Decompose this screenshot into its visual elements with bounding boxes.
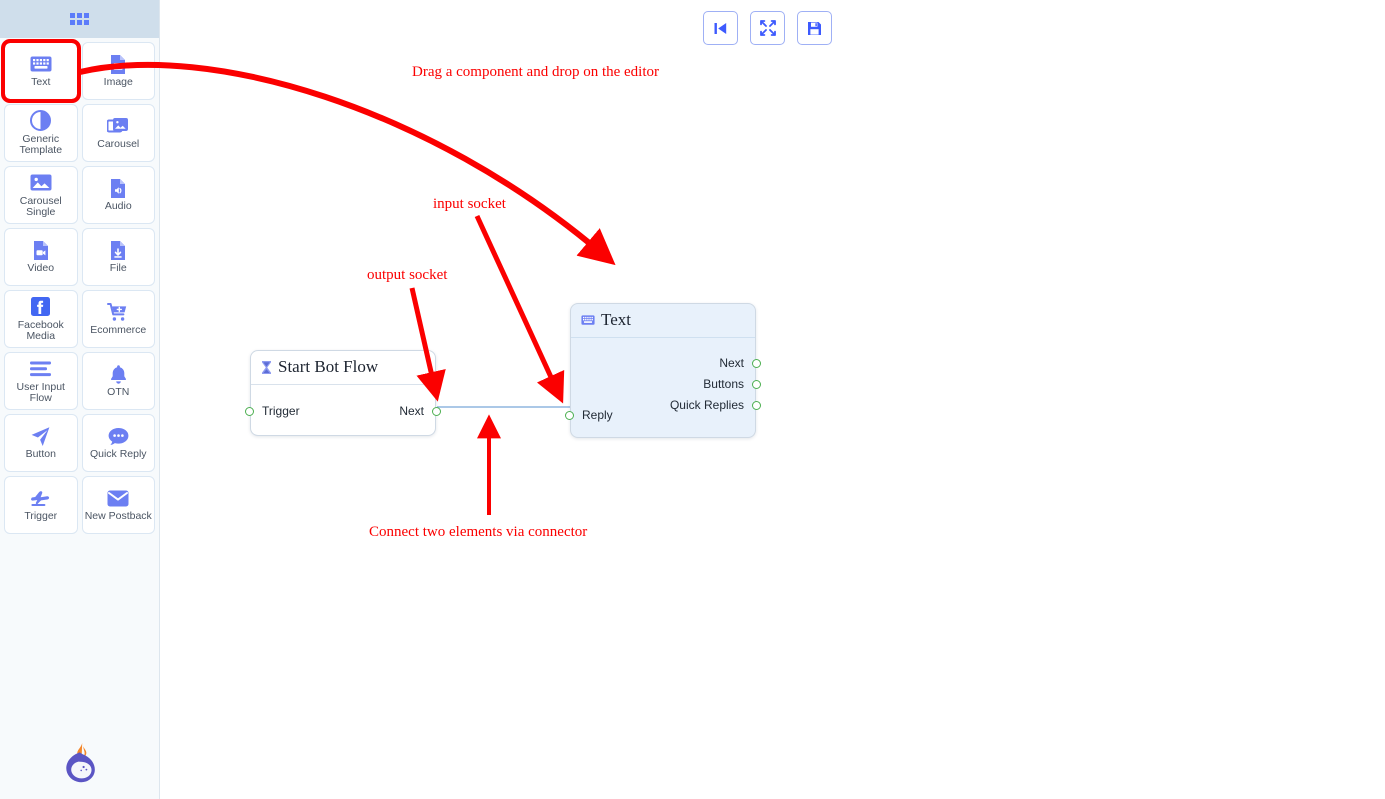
palette-item-label: Quick Reply [89,448,147,461]
palette-item-generic-template[interactable]: Generic Template [4,104,78,162]
socket-label: Trigger [262,404,300,418]
socket-label: Reply [582,408,613,422]
palette-item-ecommerce[interactable]: Ecommerce [81,290,155,348]
palette-item-user-input-flow[interactable]: User Input Flow [4,352,78,410]
paper-plane-icon [30,425,51,447]
node-title-label: Start Bot Flow [278,357,379,376]
palette-item-button[interactable]: Button [4,414,78,472]
palette-item-audio[interactable]: Audio [81,166,155,224]
palette-item-label: Video [27,262,55,275]
palette-item-new-postback[interactable]: New Postback [81,476,155,534]
shopping-cart-icon [107,301,129,323]
socket-row-output-next[interactable]: Next [399,404,441,418]
airplane-icon [29,487,53,509]
palette-item-label: Image [103,76,133,89]
component-sidebar: Text Image Generic Template Carousel Car… [0,0,160,799]
palette-item-label: Ecommerce [90,324,147,337]
palette-item-label: Generic Template [19,132,63,156]
socket-label: Buttons [703,377,744,391]
socket-row-output-buttons[interactable]: Buttons [703,377,761,391]
keyboard-icon [581,315,595,325]
palette-item-image[interactable]: Image [81,42,155,100]
skip-back-icon [713,21,728,36]
palette-item-label: Carousel Single [19,194,62,218]
palette-item-label: New Postback [84,510,152,523]
palette-item-label: Audio [104,200,132,213]
audio-file-icon [109,177,127,199]
palette-item-label: User Input Flow [16,380,65,404]
socket-label: Next [399,404,424,418]
node-title-bar: Text [571,304,755,338]
palette-item-carousel-single[interactable]: Carousel Single [4,166,78,224]
palette-item-label: Facebook Media [17,318,64,342]
palette-item-label: Text [31,76,51,89]
node-text[interactable]: Text Reply Next Buttons Quick Replies [565,303,761,438]
floppy-disk-save-icon [807,21,822,36]
compress-arrows-icon [759,20,776,36]
stacked-images-icon [107,115,129,137]
socket-row-input-trigger[interactable]: Trigger [245,404,300,418]
socket-output-next[interactable] [432,406,441,416]
socket-label: Quick Replies [669,398,744,412]
socket-row-output-next[interactable]: Next [719,356,761,370]
socket-input-reply[interactable] [565,410,574,420]
sidebar-header [0,0,159,38]
image-file-icon [109,53,127,75]
socket-label: Next [719,356,744,370]
keyboard-icon [30,53,52,75]
palette-item-label: OTN [107,386,130,399]
video-file-icon [32,239,50,261]
palette-item-file[interactable]: File [81,228,155,286]
hourglass-icon [261,360,272,375]
editor-toolbar [703,11,832,45]
palette-item-label: Trigger [24,510,58,523]
flow-editor-canvas[interactable]: Start Bot Flow Trigger Next Text Reply N… [160,0,1385,799]
fit-to-screen-button[interactable] [750,11,785,45]
socket-output-quick-replies[interactable] [752,400,761,410]
component-palette: Text Image Generic Template Carousel Car… [0,38,159,534]
picture-icon [30,172,52,194]
node-start-bot-flow[interactable]: Start Bot Flow Trigger Next [245,350,441,436]
socket-row-input-reply[interactable]: Reply [565,408,613,422]
app-root: Text Image Generic Template Carousel Car… [0,0,1385,799]
socket-input-trigger[interactable] [245,406,254,416]
brand-flame-logo [62,742,98,786]
socket-output-next[interactable] [752,358,761,368]
palette-item-label: File [109,262,127,275]
list-lines-icon [30,358,52,380]
contrast-circle-icon [30,110,52,132]
chat-bubble-icon [108,425,129,447]
palette-item-label: Carousel [97,138,140,151]
node-title-bar: Start Bot Flow [251,351,435,385]
palette-item-video[interactable]: Video [4,228,78,286]
save-button[interactable] [797,11,832,45]
palette-item-otn[interactable]: OTN [81,352,155,410]
palette-item-carousel[interactable]: Carousel [81,104,155,162]
palette-item-facebook-media[interactable]: Facebook Media [4,290,78,348]
bell-icon [109,363,128,385]
palette-item-trigger[interactable]: Trigger [4,476,78,534]
node-title-label: Text [601,310,631,329]
palette-item-label: Button [25,448,56,461]
download-file-icon [109,239,127,261]
palette-item-quick-reply[interactable]: Quick Reply [81,414,155,472]
envelope-icon [107,487,129,509]
skip-to-start-button[interactable] [703,11,738,45]
socket-row-output-quick-replies[interactable]: Quick Replies [670,398,761,412]
grid-menu-icon[interactable] [70,13,89,25]
palette-item-text[interactable]: Text [1,39,81,103]
facebook-icon [31,296,51,318]
socket-output-buttons[interactable] [752,379,761,389]
